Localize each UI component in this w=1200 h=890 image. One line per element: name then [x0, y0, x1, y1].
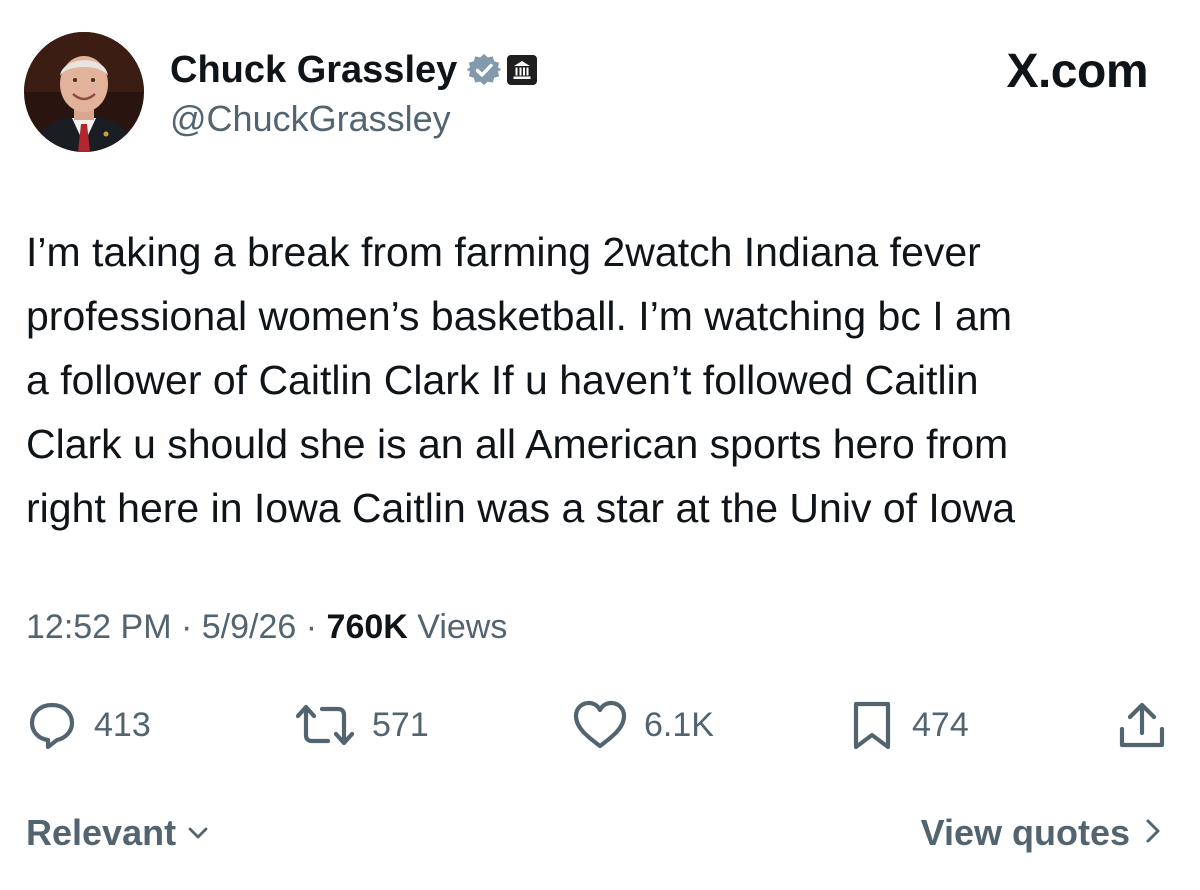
meta-separator: ·	[305, 608, 318, 646]
author-name-row: Chuck Grassley	[170, 46, 538, 94]
like-button[interactable]: 6.1K	[572, 690, 714, 760]
tweet-meta: 12:52 PM · 5/9/26 · 760K Views	[26, 608, 507, 647]
reply-button[interactable]: 413	[26, 690, 151, 760]
reply-icon	[26, 699, 78, 751]
views-count: 760K	[326, 608, 408, 646]
share-button[interactable]	[1116, 690, 1168, 760]
brand-label: X.com	[1006, 45, 1148, 98]
tweet-text: I’m taking a break from farming 2watch I…	[26, 229, 1016, 531]
like-count: 6.1K	[644, 705, 714, 744]
author-display-name[interactable]: Chuck Grassley	[170, 49, 457, 92]
government-building-icon[interactable]	[507, 55, 538, 85]
repost-button[interactable]: 571	[294, 690, 429, 760]
bookmark-count: 474	[912, 705, 969, 744]
views-label: Views	[417, 608, 508, 646]
tweet-date[interactable]: 5/9/26	[202, 608, 297, 646]
sort-dropdown[interactable]: Relevant	[26, 812, 210, 854]
sort-label: Relevant	[26, 812, 177, 853]
author-avatar[interactable]	[24, 32, 144, 152]
share-icon	[1116, 699, 1168, 751]
chevron-down-icon	[186, 812, 210, 854]
action-bar: 413 571 6.1K 474	[26, 690, 1176, 760]
author-handle[interactable]: @ChuckGrassley	[170, 98, 451, 140]
meta-separator: ·	[180, 608, 193, 646]
reply-count: 413	[94, 705, 151, 744]
verified-badge-icon[interactable]	[466, 53, 502, 87]
view-quotes-link[interactable]: View quotes	[921, 812, 1164, 854]
chevron-right-icon	[1140, 812, 1164, 854]
bookmark-button[interactable]: 474	[848, 690, 969, 760]
bookmark-icon	[848, 699, 896, 751]
heart-icon	[572, 699, 628, 751]
repost-icon	[294, 699, 356, 751]
view-quotes-label: View quotes	[920, 812, 1130, 853]
tweet-time[interactable]: 12:52 PM	[26, 608, 172, 646]
repost-count: 571	[372, 705, 429, 744]
